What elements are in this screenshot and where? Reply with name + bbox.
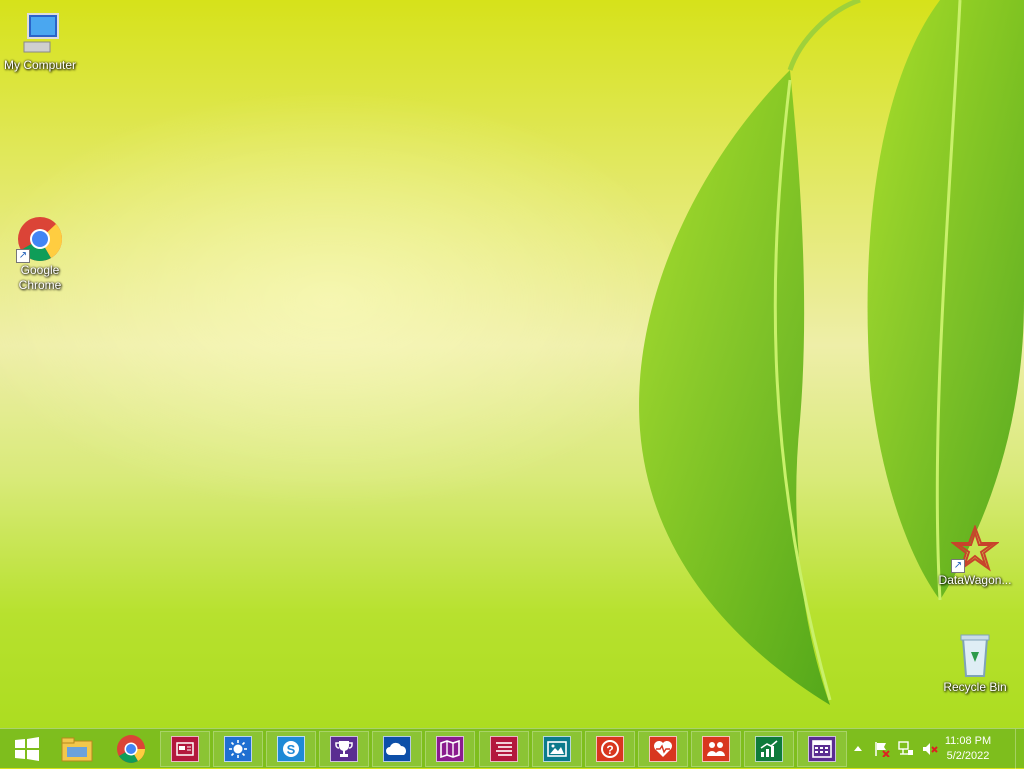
photos-icon — [543, 736, 571, 762]
skype-icon: S — [277, 736, 305, 762]
help-icon: ? — [596, 736, 624, 762]
datawagon-icon: ↗ — [950, 524, 1000, 573]
taskbar-photos[interactable] — [532, 731, 582, 767]
calendar-icon — [808, 736, 836, 762]
chrome-icon — [117, 735, 145, 763]
weather-icon — [224, 736, 252, 762]
shortcut-arrow-icon: ↗ — [951, 559, 965, 573]
show-desktop-button[interactable] — [1015, 729, 1024, 769]
maps-icon — [436, 736, 464, 762]
network-icon[interactable] — [898, 741, 914, 757]
desktop-icon-label: Google Chrome — [18, 263, 62, 292]
taskbar-finance[interactable] — [744, 731, 794, 767]
desktop-icon-datawagon[interactable]: ↗ DataWagon... — [935, 524, 1015, 588]
svg-text:S: S — [287, 742, 296, 757]
file-explorer-icon — [61, 737, 93, 762]
system-clock[interactable]: 11:08 PM 5/2/2022 — [936, 734, 1000, 764]
finance-icon — [755, 736, 783, 762]
computer-icon — [16, 10, 64, 58]
taskbar-file-explorer[interactable] — [52, 731, 102, 767]
clock-time: 11:08 PM — [944, 735, 992, 747]
taskbar-help[interactable]: ? — [585, 731, 635, 767]
desktop-icon-label: My Computer — [3, 58, 77, 72]
taskbar-skype[interactable]: S — [266, 731, 316, 767]
start-button[interactable] — [2, 731, 52, 767]
show-hidden-icons-icon[interactable] — [851, 741, 867, 757]
taskbar: S ? 11:08 PM 5/2/2022 — [0, 728, 1024, 769]
wallpaper-leaves — [639, 0, 1024, 705]
people-icon — [702, 736, 730, 762]
news-icon — [171, 736, 199, 762]
taskbar-maps[interactable] — [425, 731, 475, 767]
desktop-icon-google-chrome[interactable]: ↗ Google Chrome — [0, 215, 80, 293]
reading-list-icon — [490, 736, 518, 762]
svg-text:?: ? — [606, 743, 613, 757]
start-icon — [15, 737, 39, 761]
health-icon — [649, 736, 677, 762]
desktop-icon-recycle-bin[interactable]: Recycle Bin — [935, 632, 1015, 695]
taskbar-reading-list[interactable] — [479, 731, 529, 767]
chrome-icon: ↗ — [16, 215, 64, 263]
taskbar-onedrive[interactable] — [372, 731, 422, 767]
taskbar-weather[interactable] — [213, 731, 263, 767]
desktop-icon-label: Recycle Bin — [943, 680, 1007, 694]
taskbar-chrome[interactable] — [106, 731, 156, 767]
taskbar-people[interactable] — [691, 731, 741, 767]
recycle-bin-icon — [951, 632, 999, 680]
clock-date: 5/2/2022 — [946, 750, 990, 762]
taskbar-calendar[interactable] — [797, 731, 847, 767]
taskbar-health[interactable] — [638, 731, 688, 767]
desktop-icon-my-computer[interactable]: My Computer — [0, 10, 80, 73]
action-center-flag-icon[interactable] — [874, 741, 890, 758]
taskbar-trophy[interactable] — [319, 731, 369, 767]
shortcut-arrow-icon: ↗ — [16, 249, 30, 263]
onedrive-icon — [383, 736, 411, 762]
taskbar-news[interactable] — [160, 731, 210, 767]
trophy-icon — [330, 736, 358, 762]
desktop-icon-label: DataWagon... — [938, 573, 1012, 587]
